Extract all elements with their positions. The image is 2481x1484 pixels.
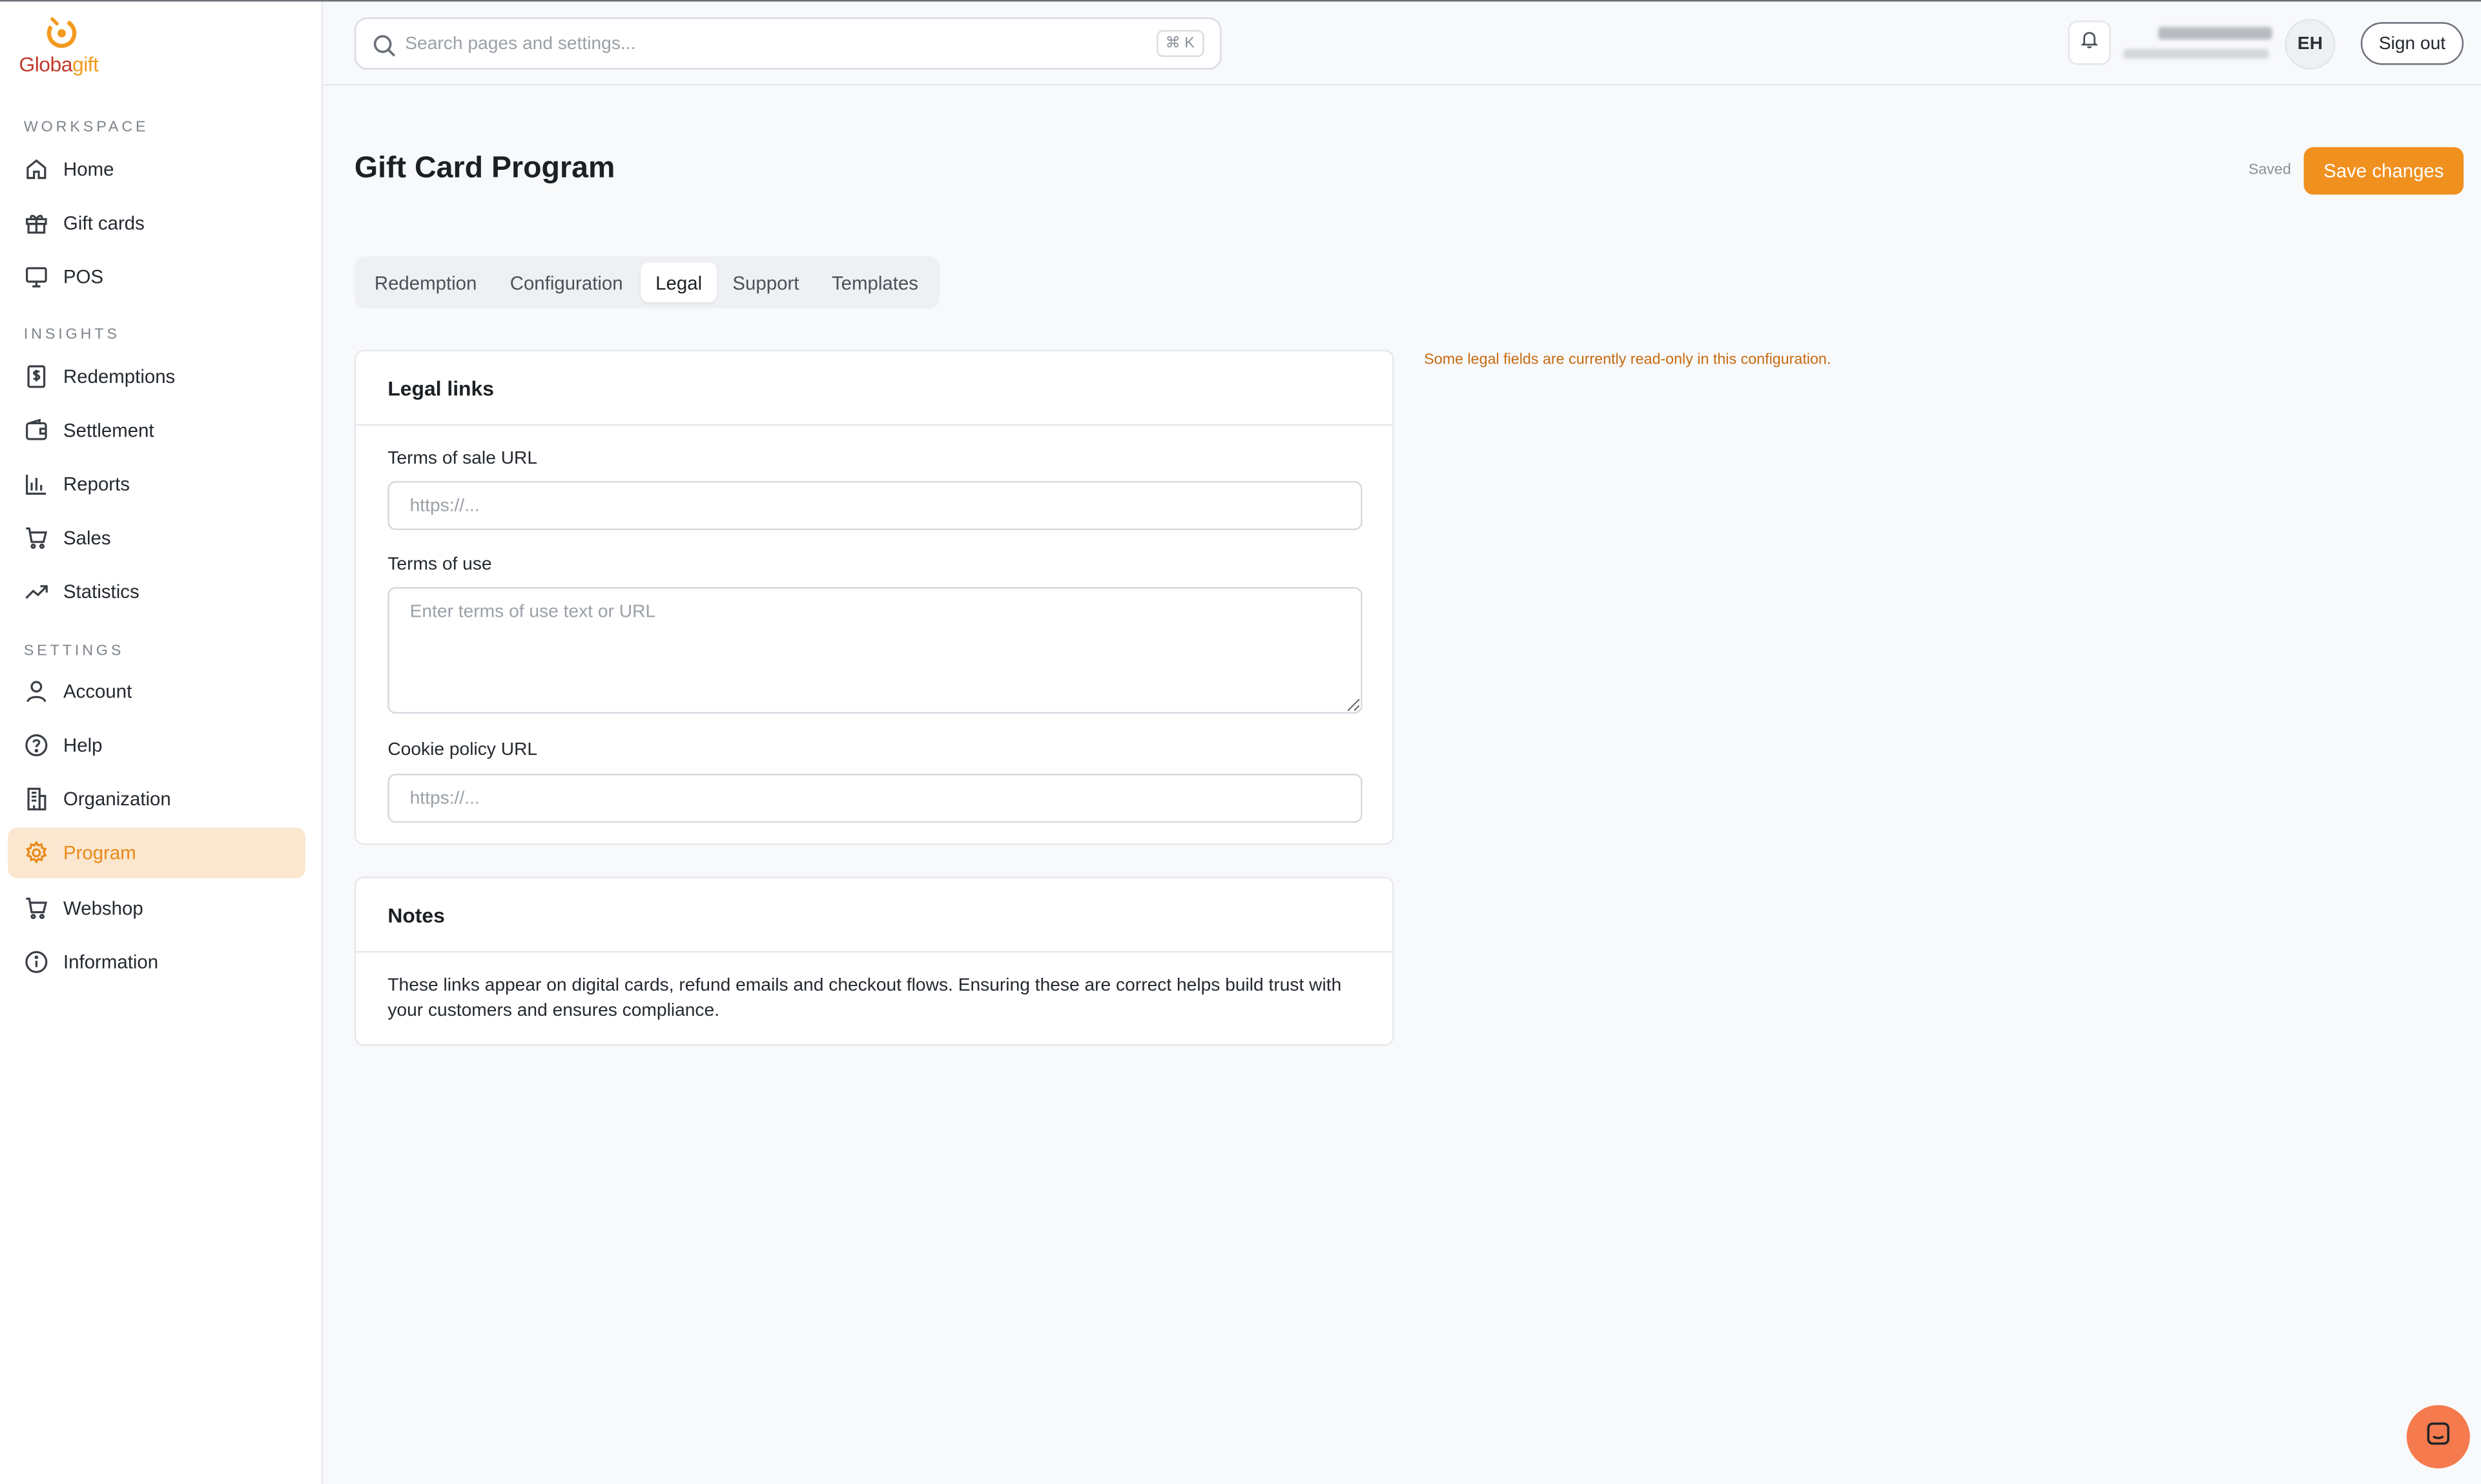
card-title: Legal links (356, 351, 1393, 426)
section-label-workspace: WORKSPACE (23, 118, 149, 136)
sign-out-button[interactable]: Sign out (2360, 22, 2464, 65)
app-root: Globagift WORKSPACE Home Gift cards POS … (0, 0, 2481, 1484)
sidebar-item-account[interactable]: Account (8, 666, 305, 717)
gift-icon (24, 211, 49, 236)
sidebar: Globagift WORKSPACE Home Gift cards POS … (0, 1, 323, 1484)
sidebar-item-label: Redemptions (63, 366, 176, 388)
terms-of-use-textarea[interactable] (387, 587, 1363, 714)
avatar[interactable]: EH (2285, 19, 2336, 70)
sidebar-item-information[interactable]: Information (8, 937, 305, 987)
user-icon (24, 679, 49, 704)
read-only-warning: Some legal fields are currently read-onl… (1424, 351, 1831, 369)
search-input[interactable] (405, 34, 1156, 54)
sidebar-item-label: Account (63, 680, 132, 703)
legal-links-card: Legal links Terms of sale URL Terms of u… (354, 349, 1394, 845)
sidebar-item-organization[interactable]: Organization (8, 774, 305, 824)
sidebar-item-label: Organization (63, 788, 171, 810)
top-header: ⌘ K EH Sign out (322, 1, 2481, 86)
cookie-policy-url-input[interactable] (387, 774, 1363, 823)
save-status: Saved (2248, 161, 2291, 179)
sidebar-item-help[interactable]: Help (8, 720, 305, 770)
search-icon (372, 33, 396, 57)
sidebar-item-webshop[interactable]: Webshop (8, 883, 305, 933)
tab-redemption[interactable]: Redemption (361, 263, 491, 302)
sidebar-item-label: Home (63, 158, 114, 181)
sidebar-item-settlement[interactable]: Settlement (8, 405, 305, 455)
sidebar-item-redemptions[interactable]: Redemptions (8, 351, 305, 402)
building-icon (24, 787, 49, 812)
sidebar-item-home[interactable]: Home (8, 144, 305, 194)
chat-icon (2424, 1419, 2453, 1455)
brand-name: Globagift (19, 52, 99, 76)
sidebar-item-sales[interactable]: Sales (8, 513, 305, 563)
logo-mark-icon (46, 17, 77, 48)
tab-templates[interactable]: Templates (816, 263, 933, 302)
bar-chart-icon (24, 471, 49, 497)
terms-of-sale-label: Terms of sale URL (387, 449, 538, 469)
sidebar-item-label: Information (63, 951, 159, 973)
info-icon (24, 949, 49, 974)
sidebar-item-statistics[interactable]: Statistics (8, 566, 305, 617)
cookie-policy-label: Cookie policy URL (387, 740, 538, 760)
home-icon (24, 157, 49, 182)
cart-icon (24, 525, 49, 550)
sidebar-item-pos[interactable]: POS (8, 252, 305, 302)
tab-configuration[interactable]: Configuration (495, 263, 638, 302)
sidebar-item-label: Statistics (63, 581, 139, 603)
notifications-button[interactable] (2068, 20, 2111, 65)
chat-launcher-button[interactable] (2406, 1405, 2470, 1469)
sidebar-item-program[interactable]: Program (8, 827, 305, 878)
terms-of-use-label: Terms of use (387, 555, 492, 575)
sidebar-item-reports[interactable]: Reports (8, 459, 305, 510)
gear-icon (24, 840, 49, 865)
save-changes-button[interactable]: Save changes (2303, 147, 2464, 195)
sidebar-item-label: POS (63, 265, 104, 288)
help-circle-icon (24, 732, 49, 757)
sidebar-item-gift-cards[interactable]: Gift cards (8, 198, 305, 248)
section-label-settings: SETTINGS (23, 642, 125, 660)
search-box[interactable]: ⌘ K (354, 17, 1222, 70)
tab-legal[interactable]: Legal (641, 262, 717, 302)
section-label-insights: INSIGHTS (23, 325, 120, 344)
card-title: Notes (356, 878, 1393, 953)
cart-icon (24, 896, 49, 921)
bell-icon (2079, 28, 2100, 57)
sidebar-item-label: Settlement (63, 419, 154, 442)
monitor-icon (24, 264, 49, 289)
sidebar-item-label: Reports (63, 473, 130, 495)
wallet-icon (24, 418, 49, 443)
terms-of-sale-url-input[interactable] (387, 480, 1363, 530)
tab-support[interactable]: Support (721, 263, 810, 302)
trending-up-icon (24, 579, 49, 604)
search-shortcut-hint: ⌘ K (1155, 30, 1204, 57)
receipt-dollar-icon (24, 364, 49, 389)
page-title: Gift Card Program (354, 152, 615, 185)
brand-name-part1: Globa (19, 52, 72, 76)
sidebar-item-label: Gift cards (63, 212, 145, 234)
notes-text: These links appear on digital cards, ref… (387, 976, 1342, 1021)
user-info-redacted (2123, 24, 2275, 62)
notes-card: Notes These links appear on digital card… (354, 876, 1394, 1046)
sidebar-item-label: Sales (63, 526, 111, 550)
sidebar-item-label: Program (63, 841, 136, 864)
tab-bar: Redemption Configuration Legal Support T… (354, 256, 940, 309)
sidebar-item-label: Help (63, 734, 103, 757)
brand-name-part2: gift (72, 52, 99, 76)
sidebar-item-label: Webshop (63, 897, 143, 920)
brand-logo[interactable]: Globagift (19, 14, 130, 77)
